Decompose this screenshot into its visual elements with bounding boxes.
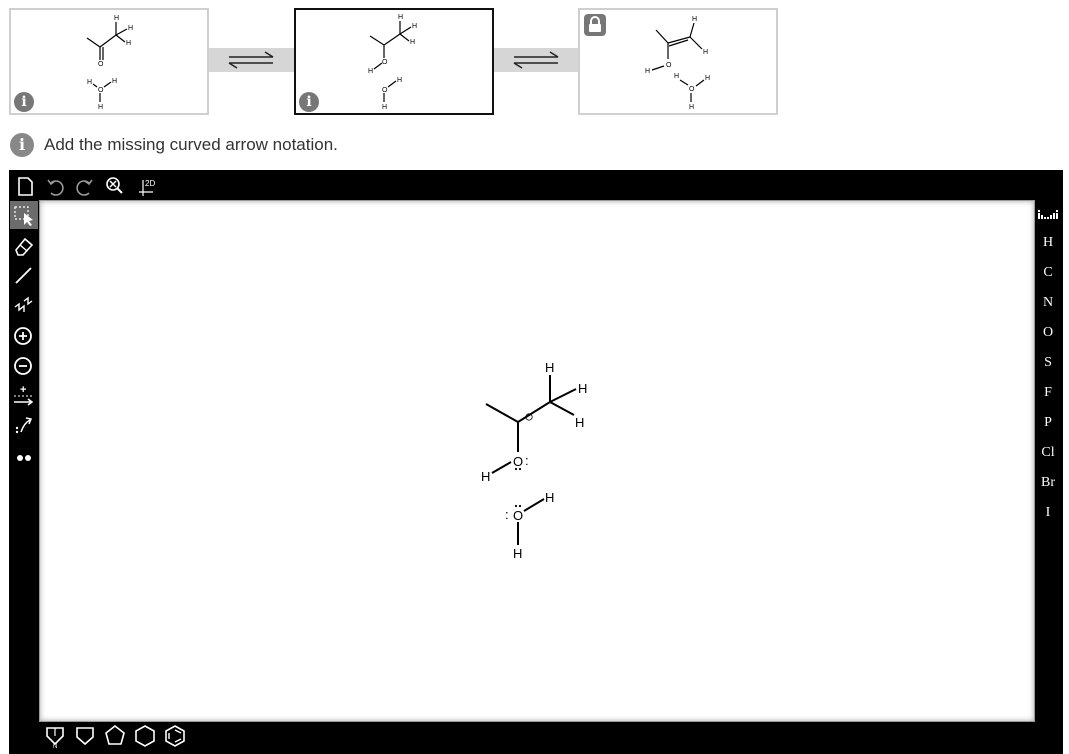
atom-h: H bbox=[545, 490, 554, 505]
atom-h: H bbox=[87, 79, 92, 86]
step-3-structure: H H O H H O H H bbox=[645, 16, 710, 111]
structure-editor: 2D + H C N O S F P Cl Br I H H H O: H O… bbox=[9, 170, 1063, 754]
element-cl[interactable]: Cl bbox=[1034, 442, 1062, 464]
equilibrium-band bbox=[494, 48, 578, 72]
cyclobutane-icon[interactable] bbox=[71, 722, 99, 750]
info-icon[interactable]: i bbox=[10, 133, 34, 157]
step-2-structure: H H H O H O H H bbox=[368, 14, 417, 111]
positive-charge-icon[interactable] bbox=[10, 321, 38, 349]
cyclopropane-icon[interactable]: N bbox=[41, 722, 69, 750]
equilibrium-band bbox=[209, 48, 294, 72]
atom-h: H bbox=[126, 40, 131, 47]
lone-pair: : bbox=[505, 507, 509, 522]
atom-h: H bbox=[545, 360, 554, 375]
lone-pair: : bbox=[525, 453, 529, 468]
element-br[interactable]: Br bbox=[1034, 472, 1062, 494]
equilibrium-arrows-icon bbox=[513, 51, 559, 69]
element-h[interactable]: H bbox=[1034, 232, 1062, 254]
atom-o: O bbox=[98, 87, 104, 94]
mechanism-step-1[interactable]: H H H O O H H H i bbox=[9, 8, 209, 115]
eraser-icon[interactable] bbox=[10, 231, 38, 259]
instruction-text: Add the missing curved arrow notation. bbox=[44, 135, 338, 154]
lock-icon bbox=[584, 14, 606, 36]
info-icon[interactable]: i bbox=[14, 92, 34, 112]
element-o[interactable]: O bbox=[1034, 322, 1062, 344]
atom-h: H bbox=[398, 14, 403, 21]
atom-h: H bbox=[128, 25, 133, 32]
clean-2d-label: 2D bbox=[145, 179, 155, 188]
clean-2d-icon[interactable]: 2D bbox=[131, 172, 159, 200]
atom-h: H bbox=[513, 546, 522, 561]
element-n[interactable]: N bbox=[1034, 292, 1062, 314]
info-icon[interactable]: i bbox=[299, 92, 319, 112]
atom-h: H bbox=[689, 104, 694, 111]
ring-label: N bbox=[53, 744, 57, 750]
atom-h: H bbox=[481, 469, 490, 484]
atom-h: H bbox=[692, 16, 697, 23]
periodic-table-icon[interactable] bbox=[1034, 201, 1062, 229]
equilibrium-arrows-icon bbox=[228, 51, 274, 69]
reaction-arrow-icon[interactable]: + bbox=[10, 381, 38, 409]
atom-o: O bbox=[666, 62, 672, 69]
atom-h: H bbox=[575, 415, 584, 430]
atom-o: O bbox=[382, 87, 388, 94]
element-i[interactable]: I bbox=[1034, 502, 1062, 524]
atom-o: O bbox=[382, 59, 388, 66]
curved-arrow-icon[interactable] bbox=[10, 411, 38, 439]
atom-o: O bbox=[513, 508, 523, 523]
undo-icon[interactable] bbox=[41, 172, 69, 200]
mechanism-step-3[interactable]: H H O H H O H H bbox=[578, 8, 778, 115]
element-p[interactable]: P bbox=[1034, 412, 1062, 434]
lone-pair-icon[interactable] bbox=[10, 441, 38, 469]
cyclopentane-icon[interactable] bbox=[101, 722, 129, 750]
element-f[interactable]: F bbox=[1034, 382, 1062, 404]
cyclohexane-icon[interactable] bbox=[131, 722, 159, 750]
clear-zoom-icon[interactable] bbox=[101, 172, 129, 200]
atom-h: H bbox=[703, 49, 708, 56]
atom-h: H bbox=[410, 39, 415, 46]
negative-charge-icon[interactable] bbox=[10, 351, 38, 379]
new-document-icon[interactable] bbox=[11, 172, 39, 200]
mechanism-step-2[interactable]: H H H O H O H H i bbox=[294, 8, 494, 115]
atom-h: H bbox=[382, 104, 387, 111]
atom-o: O bbox=[513, 454, 523, 469]
atom-o: O bbox=[98, 61, 104, 68]
atom-h: H bbox=[412, 23, 417, 30]
benzene-icon[interactable] bbox=[161, 722, 189, 750]
atom-h: H bbox=[645, 68, 650, 75]
atom-h: H bbox=[674, 73, 679, 80]
reaction-plus-label: + bbox=[20, 384, 26, 396]
chain-icon[interactable] bbox=[10, 291, 38, 319]
canvas-molecules: H H H O : H O : H H bbox=[481, 360, 587, 561]
atom-h: H bbox=[114, 15, 119, 22]
redo-icon[interactable] bbox=[71, 172, 99, 200]
drawing-canvas[interactable]: H H H O : H O : H H bbox=[39, 200, 1035, 722]
atom-h: H bbox=[578, 381, 587, 396]
element-c[interactable]: C bbox=[1034, 262, 1062, 284]
atom-o: O bbox=[689, 86, 695, 93]
atom-h: H bbox=[98, 104, 103, 111]
atom-h: H bbox=[368, 68, 373, 75]
step-1-structure: H H H O O H H H bbox=[86, 15, 133, 111]
atom-h: H bbox=[397, 77, 402, 84]
select-icon[interactable] bbox=[10, 201, 38, 229]
element-s[interactable]: S bbox=[1034, 352, 1062, 374]
atom-h: H bbox=[112, 78, 117, 85]
atom-h: H bbox=[705, 75, 710, 82]
single-bond-icon[interactable] bbox=[10, 261, 38, 289]
